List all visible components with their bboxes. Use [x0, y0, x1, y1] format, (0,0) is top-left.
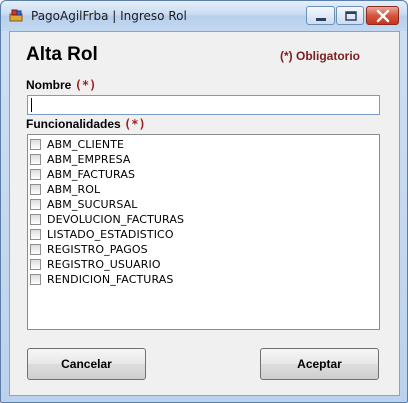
function-item[interactable]: REGISTRO_USUARIO — [30, 257, 161, 272]
name-input[interactable] — [27, 95, 380, 115]
cancel-button[interactable]: Cancelar — [27, 348, 146, 380]
functions-label: Funcionalidades — [26, 117, 121, 131]
checkbox[interactable] — [30, 154, 41, 165]
function-item[interactable]: ABM_CLIENTE — [30, 137, 124, 152]
title-bar[interactable]: PagoAgilFrba | Ingreso Rol — [1, 1, 407, 31]
functions-checklist[interactable]: ABM_CLIENTE ABM_EMPRESA ABM_FACTURAS ABM… — [27, 134, 380, 330]
checkbox[interactable] — [30, 244, 41, 255]
functions-required-mark: (*) — [124, 117, 146, 131]
form-client-area: Alta Rol (*) Obligatorio Nombre (*) Func… — [9, 31, 400, 396]
checkbox[interactable] — [30, 199, 41, 210]
function-item[interactable]: ABM_ROL — [30, 182, 100, 197]
function-item-label: RENDICION_FACTURAS — [47, 273, 174, 286]
function-item[interactable]: DEVOLUCION_FACTURAS — [30, 212, 184, 227]
minimize-button[interactable] — [306, 6, 335, 25]
function-item-label: ABM_ROL — [47, 183, 101, 196]
app-window: PagoAgilFrba | Ingreso Rol Alta Rol (*) … — [0, 0, 408, 403]
accept-button[interactable]: Aceptar — [260, 348, 379, 380]
text-caret — [31, 98, 32, 112]
maximize-icon — [345, 11, 357, 21]
function-item[interactable]: LISTADO_ESTADISTICO — [30, 227, 174, 242]
checkbox[interactable] — [30, 214, 41, 225]
function-item[interactable]: REGISTRO_PAGOS — [30, 242, 148, 257]
name-required-mark: (*) — [74, 78, 97, 92]
maximize-button[interactable] — [336, 6, 364, 25]
checkbox[interactable] — [30, 259, 41, 270]
function-item-label: ABM_SUCURSAL — [47, 198, 138, 211]
close-button[interactable] — [366, 6, 399, 25]
function-item[interactable]: ABM_EMPRESA — [30, 152, 131, 167]
checkbox[interactable] — [30, 169, 41, 180]
function-item-label: LISTADO_ESTADISTICO — [47, 228, 174, 241]
form-title: Alta Rol — [26, 44, 98, 65]
checkbox[interactable] — [30, 229, 41, 240]
function-item-label: DEVOLUCION_FACTURAS — [47, 213, 185, 226]
function-item[interactable]: ABM_SUCURSAL — [30, 197, 138, 212]
function-item-label: ABM_CLIENTE — [47, 138, 125, 151]
app-window-icon — [9, 9, 23, 22]
function-item-label: ABM_FACTURAS — [47, 168, 136, 181]
window-title: PagoAgilFrba | Ingreso Rol — [31, 9, 187, 23]
function-item[interactable]: ABM_FACTURAS — [30, 167, 135, 182]
function-item[interactable]: RENDICION_FACTURAS — [30, 272, 173, 287]
required-note: (*) Obligatorio — [280, 49, 360, 63]
minimize-icon — [316, 18, 326, 21]
function-item-label: REGISTRO_PAGOS — [47, 243, 148, 256]
functions-label-row: Funcionalidades (*) — [26, 117, 146, 131]
checkbox[interactable] — [30, 139, 41, 150]
name-label-row: Nombre (*) — [26, 78, 96, 92]
checkbox[interactable] — [30, 184, 41, 195]
name-label: Nombre — [26, 78, 72, 92]
function-item-label: ABM_EMPRESA — [47, 153, 131, 166]
function-item-label: REGISTRO_USUARIO — [47, 258, 161, 271]
close-icon — [376, 9, 390, 23]
checkbox[interactable] — [30, 274, 41, 285]
